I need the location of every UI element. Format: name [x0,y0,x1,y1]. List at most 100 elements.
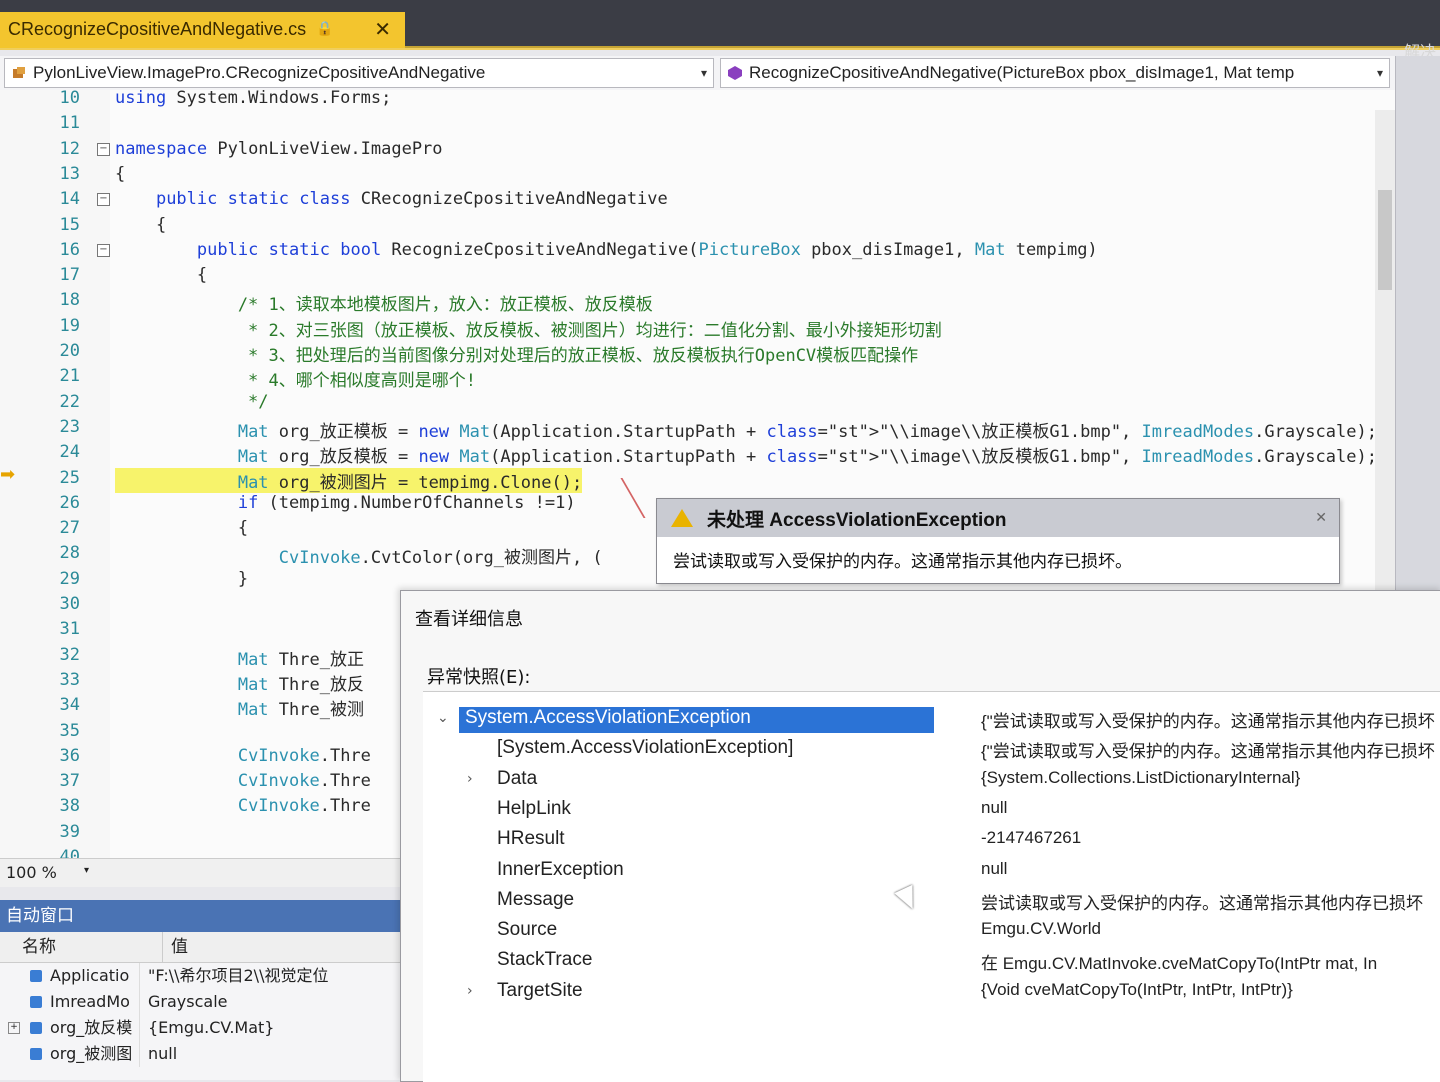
tree-key: System.AccessViolationException [459,707,934,733]
collapse-icon[interactable]: − [97,243,110,257]
variable-icon [30,1048,42,1060]
line-number: 11 [59,113,80,134]
code-text: Mat Thre_被测 [237,700,364,721]
chevron-down-icon: ▾ [1376,66,1383,80]
tree-row[interactable]: InnerException null [423,856,1440,886]
tree-row[interactable]: [System.AccessViolationException] {"尝试读取或… [423,734,1440,764]
code-text: * 3、把处理后的当前图像分别对处理后的放正模板、放反模板执行OpenCV模板匹… [115,346,919,366]
line-number: 18 [59,290,80,311]
autos-window: 自动窗口 名称 值 Applicatio "F:\\希尔项目2\\视觉定位 Imre… [0,900,410,1080]
chevron-right-icon[interactable]: › [467,983,473,999]
autos-value: {Emgu.CV.Mat} [148,1018,275,1037]
line-number: 27 [59,518,80,539]
document-tab[interactable]: CRecognizeCpositiveAndNegative.cs 🔒 ✕ [0,12,405,48]
close-tab-icon[interactable]: ✕ [374,17,391,41]
code-line[interactable]: 11 [0,113,1370,138]
chevron-down-icon[interactable]: ⌄ [437,710,449,726]
autos-row[interactable]: + org_放反模 {Emgu.CV.Mat} [0,1015,410,1041]
code-line[interactable]: 12 − namespace PylonLiveView.ImagePro [0,139,1370,164]
code-text: namespace PylonLiveView.ImagePro [115,138,443,159]
code-text: Mat org_放反模板 = new Mat(Application.Start… [237,447,1377,468]
line-number: 36 [59,745,80,766]
code-line[interactable]: 22 */ [0,392,1370,417]
line-number: 39 [59,821,80,842]
col-value[interactable]: 值 [163,932,188,962]
exception-tree[interactable]: ⌄ System.AccessViolationException {"尝试读取或写… [423,691,1440,1082]
tree-row[interactable]: Source Emgu.CV.World [423,916,1440,946]
chevron-right-icon[interactable]: › [467,771,473,787]
autos-value: Grayscale [148,992,228,1011]
exception-details-dialog: 查看详细信息 异常快照(E): ⌄ System.AccessViolationE… [400,590,1440,1082]
code-text: CvInvoke.CvtColor(org_被测图片, ( [278,548,603,569]
tree-row[interactable]: Message 尝试读取或写入受保护的内存。这通常指示其他内存已损坏 [423,886,1440,916]
code-text: if (tempimg.NumberOfChannels !=1) [237,492,576,513]
code-line[interactable]: 13 { [0,164,1370,189]
line-number: 23 [59,416,80,437]
code-line[interactable]: 21 * 4、哪个相似度高则是哪个! [0,366,1370,391]
tree-value: null [981,858,1008,878]
line-number: 29 [59,568,80,589]
tree-row[interactable]: › Data {System.Collections.ListDictionaryI… [423,765,1440,795]
tree-row[interactable]: StackTrace 在 Emgu.CV.MatInvoke.cveMatCop… [423,946,1440,976]
snapshot-label: 异常快照(E): [427,667,531,688]
tree-row[interactable]: HResult -2147467261 [423,825,1440,855]
class-path: PylonLiveView.ImagePro.CRecognizeCpositi… [33,63,486,82]
expand-icon[interactable]: + [8,1022,20,1034]
autos-row[interactable]: Applicatio "F:\\希尔项目2\\视觉定位 [0,963,410,989]
variable-icon [30,996,42,1008]
chevron-down-icon: ▾ [700,66,707,80]
code-line[interactable]: 19 * 2、对三张图（放正模板、放反模板、被测图片）均进行：二值化分割、最小外… [0,316,1370,341]
code-line[interactable]: 10 using System.Windows.Forms; [0,90,1370,113]
details-title: 查看详细信息 [415,609,523,630]
code-text: CvInvoke.Thre [237,771,371,792]
code-text: Mat org_放正模板 = new Mat(Application.Start… [237,421,1377,442]
tree-value: -2147467261 [981,828,1082,848]
line-number: 33 [59,669,80,690]
autos-row[interactable]: ImreadMo Grayscale [0,989,410,1015]
scrollbar-thumb[interactable] [1378,190,1392,290]
code-line[interactable]: 24 Mat org_放反模板 = new Mat(Application.St… [0,442,1377,467]
exception-popup: 未处理 AccessViolationException ✕ 尝试读取或写入受保… [656,498,1340,584]
code-line[interactable]: 18 /* 1、读取本地模板图片，放入：放正模板、放反模板 [0,290,1370,315]
code-line[interactable]: 20 * 3、把处理后的当前图像分别对处理后的放正模板、放反模板执行OpenCV… [0,341,1370,366]
tree-row[interactable]: ⌄ System.AccessViolationException {"尝试读取或写… [423,704,1440,734]
code-line[interactable]: 15 { [0,215,1370,240]
code-line[interactable]: 23 Mat org_放正模板 = new Mat(Application.St… [0,416,1377,442]
col-name[interactable]: 名称 [0,932,163,962]
code-text: */ [115,391,269,412]
zoom-level[interactable]: 100 % [6,863,57,882]
code-line[interactable]: 25 Mat org_被测图片 = tempimg.Clone(); [0,467,1370,493]
tree-value: {Void cveMatCopyTo(IntPtr, IntPtr, IntPt… [981,979,1293,999]
collapse-icon[interactable]: − [97,193,110,207]
tree-row[interactable]: › TargetSite {Void cveMatCopyTo(IntPtr, In… [423,977,1440,1007]
line-number: 24 [59,442,80,463]
variable-icon [30,1022,42,1034]
code-text: Mat Thre_放正 [237,649,364,670]
method-dropdown[interactable]: RecognizeCpositiveAndNegative(PictureBox… [720,58,1390,88]
code-text: } [115,568,249,589]
line-number: 30 [59,594,80,614]
line-number: 38 [59,796,80,817]
autos-row[interactable]: org_被测图 null [0,1041,410,1067]
tab-title: CRecognizeCpositiveAndNegative.cs [8,18,307,39]
line-number: 19 [59,315,80,336]
line-number: 12 [59,138,80,159]
line-number: 28 [59,543,80,564]
code-line[interactable]: 17 { [0,265,1370,290]
line-number: 13 [59,163,80,184]
tree-row[interactable]: HelpLink null [423,795,1440,825]
tree-key: TargetSite [497,979,583,1001]
code-text: public static bool RecognizeCpositiveAnd… [196,239,1098,260]
lock-icon: 🔒 [316,21,334,37]
collapse-icon[interactable]: − [97,142,110,156]
autos-name: org_被测图 [50,1044,133,1063]
chevron-down-icon[interactable]: ▾ [84,865,89,876]
line-number: 20 [59,341,80,361]
class-dropdown[interactable]: PylonLiveView.ImagePro.CRecognizeCpositi… [4,58,714,88]
code-line[interactable]: 14 − public static class CRecognizeCposit… [0,189,1370,214]
close-icon[interactable]: ✕ [1315,510,1327,526]
current-statement-arrow-icon: ➡ [0,464,16,485]
tree-key: HelpLink [497,797,571,819]
code-text: Mat org_被测图片 = tempimg.Clone(); [115,467,583,493]
code-line[interactable]: 16 − public static bool RecognizeCpositiv… [0,240,1370,265]
